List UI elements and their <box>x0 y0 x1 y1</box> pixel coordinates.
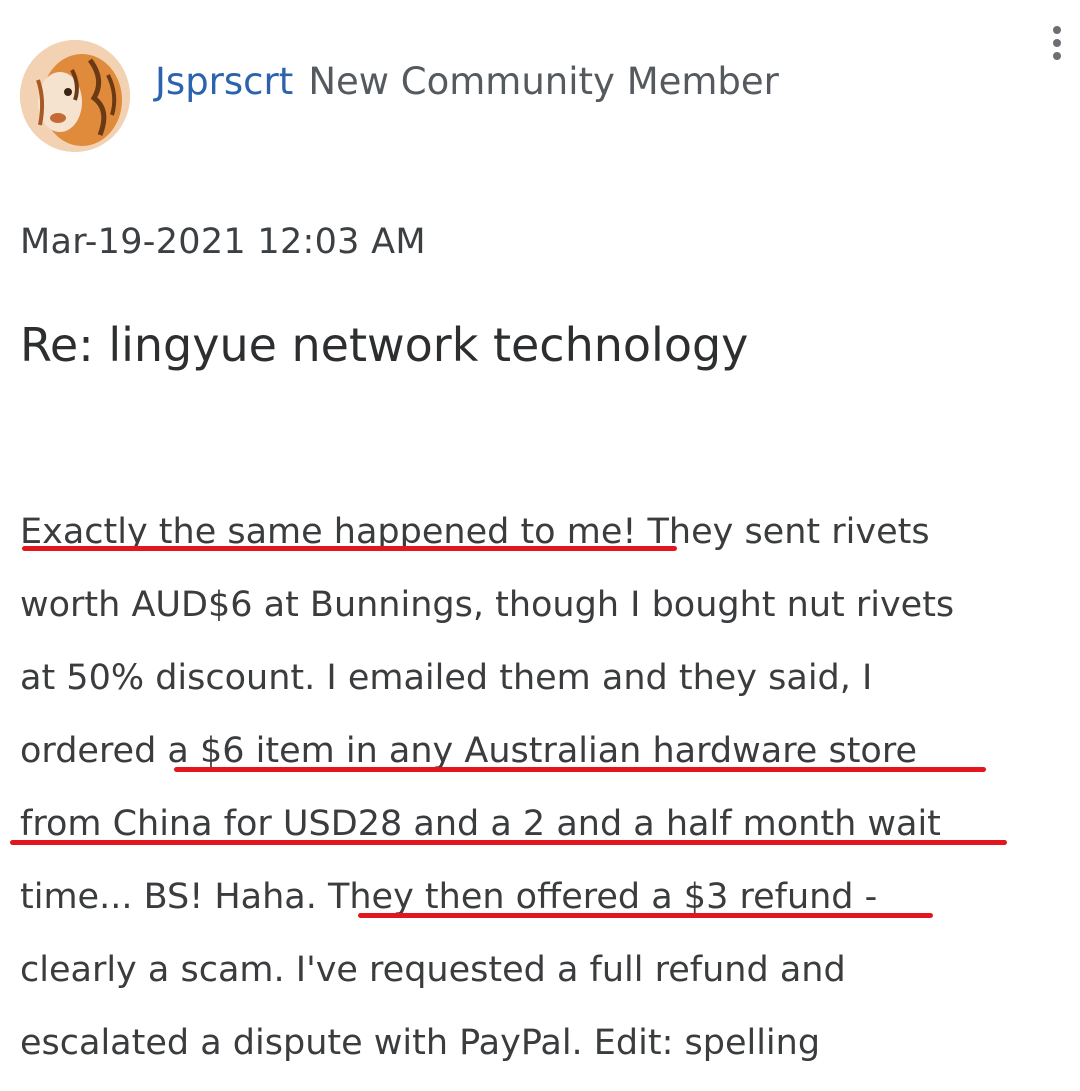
body-line: clearly a scam. I've requested a full re… <box>20 934 1050 1007</box>
body-line-text: worth AUD$6 at Bunnings, though I bought… <box>20 585 955 625</box>
post-subject[interactable]: Re: lingyue network technology <box>20 318 748 372</box>
body-line: ordered a $6 item in any Australian hard… <box>20 715 1050 788</box>
body-line-text: ordered a $6 item in any Australian hard… <box>20 731 917 771</box>
annotation-underline <box>358 913 933 918</box>
annotation-underline <box>174 767 986 772</box>
post-body: Exactly the same happened to me! They se… <box>10 496 1050 1080</box>
author-rank: New Community Member <box>308 60 779 103</box>
body-line-text: time... BS! Haha. They then offered a $3… <box>20 877 878 917</box>
more-options-vertical-icon[interactable] <box>1046 26 1068 72</box>
tiger-avatar-icon <box>20 40 130 152</box>
body-line: escalated a dispute with PayPal. Edit: s… <box>20 1007 1050 1080</box>
body-line: time... BS! Haha. They then offered a $3… <box>20 861 1050 934</box>
post-timestamp: Mar-19-2021 12:03 AM <box>20 222 426 262</box>
community-post: Jsprscrt New Community Member Mar-19-202… <box>0 0 1080 1091</box>
body-line: from China for USD28 and a 2 and a half … <box>10 788 1050 861</box>
body-line-text: clearly a scam. I've requested a full re… <box>20 950 846 990</box>
body-line-text: escalated a dispute with PayPal. Edit: s… <box>20 1023 821 1063</box>
body-line-text: from China for USD28 and a 2 and a half … <box>20 804 941 844</box>
body-line-text: at 50% discount. I emailed them and they… <box>20 658 873 698</box>
body-line: at 50% discount. I emailed them and they… <box>20 642 1050 715</box>
body-line: worth AUD$6 at Bunnings, though I bought… <box>20 569 1050 642</box>
author-line: Jsprscrt New Community Member <box>155 60 779 103</box>
body-line: Exactly the same happened to me! They se… <box>20 496 1050 569</box>
annotation-underline <box>10 840 1007 845</box>
user-avatar[interactable] <box>20 40 130 152</box>
author-username-link[interactable]: Jsprscrt <box>155 60 293 103</box>
annotation-underline <box>22 546 677 551</box>
